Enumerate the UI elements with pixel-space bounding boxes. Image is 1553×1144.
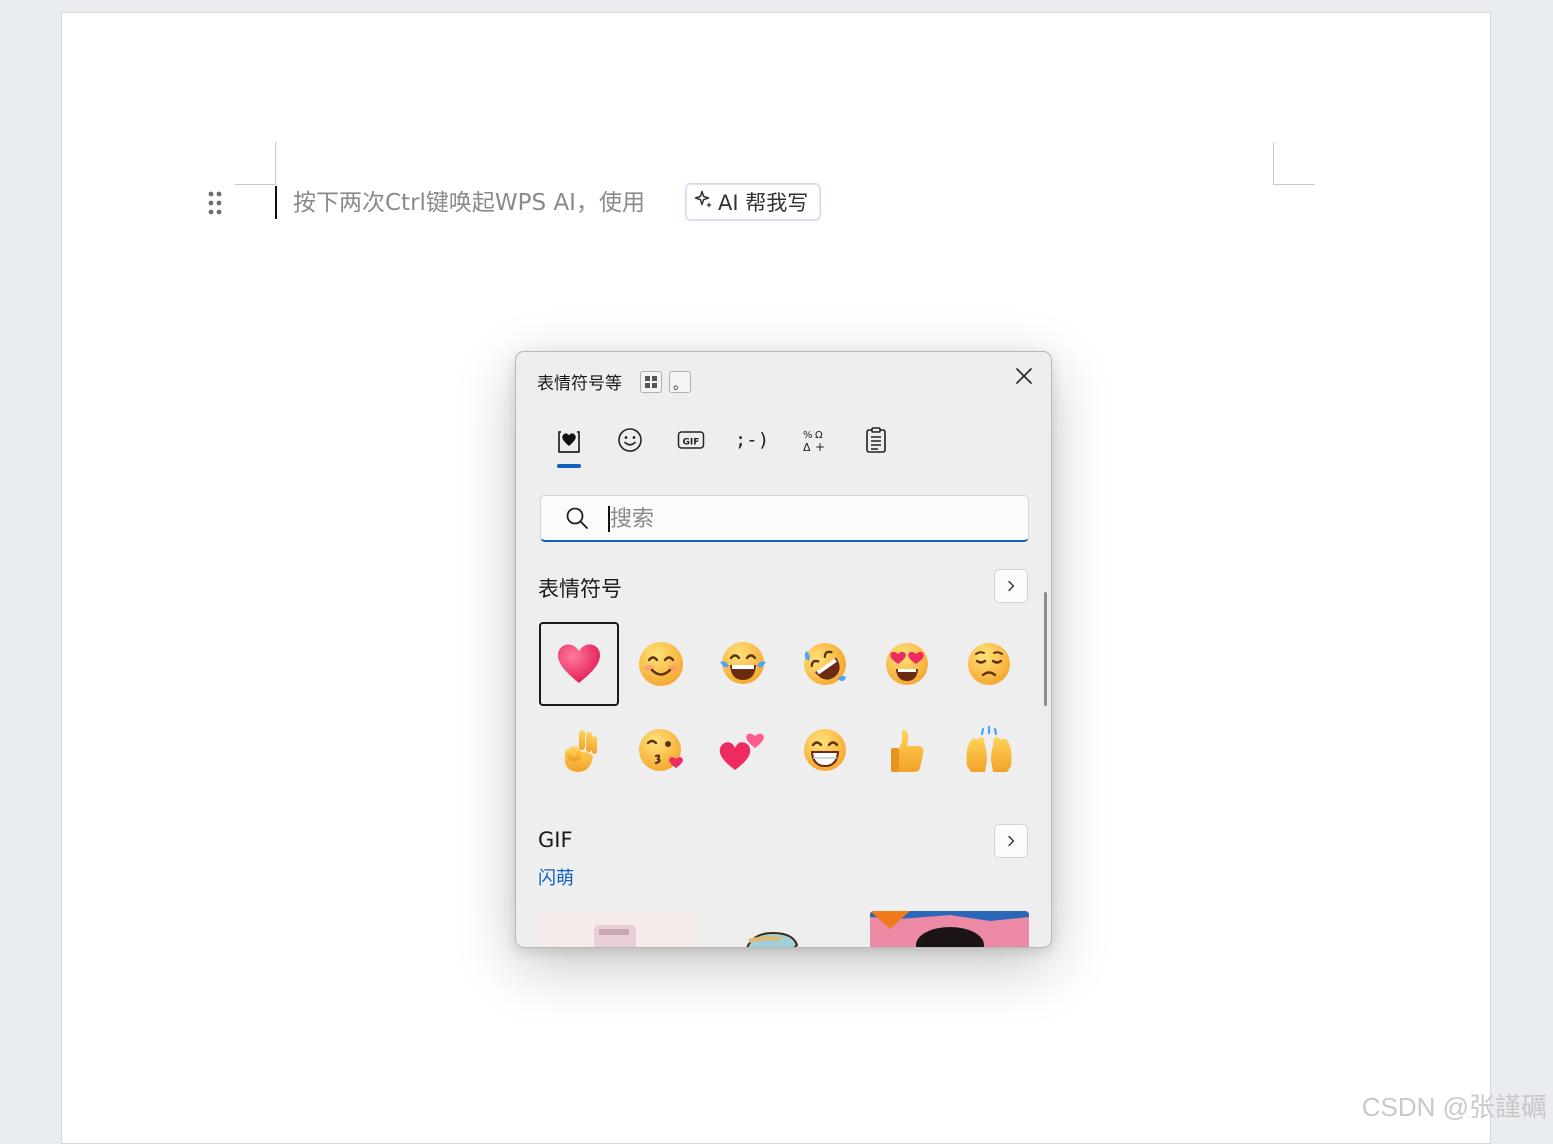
gif-thumbnail[interactable] <box>539 911 698 947</box>
scrollbar-thumb[interactable] <box>1044 592 1047 706</box>
svg-text:Δ: Δ <box>803 441 811 453</box>
active-tab-indicator <box>557 464 581 468</box>
margin-corner-mark <box>1273 142 1274 184</box>
gif-icon: GIF <box>677 431 705 449</box>
ai-write-label: AI 帮我写 <box>718 191 809 215</box>
gif-provider-link[interactable]: 闪萌 <box>538 864 574 890</box>
gif-section-title: GIF <box>538 828 573 852</box>
placeholder-hint: 按下两次Ctrl键唤起WPS AI，使用 <box>293 190 645 216</box>
sparkle-icon <box>694 190 714 214</box>
tab-clipboard[interactable] <box>855 422 897 458</box>
emoji-beaming-face[interactable] <box>785 708 865 792</box>
svg-text:%: % <box>803 430 813 441</box>
margin-corner-mark <box>1273 184 1315 185</box>
emoji-smiling-face[interactable] <box>621 622 701 706</box>
gif-section-more-button[interactable] <box>994 824 1028 858</box>
gif-thumbnail[interactable] <box>870 911 1029 947</box>
emoji-tears-of-joy[interactable] <box>703 622 783 706</box>
text-caret <box>275 186 277 219</box>
punctuation-button[interactable]: 。 <box>669 371 691 393</box>
svg-text:+: + <box>815 440 825 453</box>
emoji-heart-eyes[interactable] <box>867 622 947 706</box>
heart-clipboard-icon <box>558 431 580 453</box>
gif-thumbnail[interactable] <box>721 911 841 947</box>
emoji-red-heart[interactable] <box>539 622 619 706</box>
kaomoji-icon: ;-) <box>734 429 770 451</box>
search-icon <box>566 507 588 529</box>
grid-view-button[interactable] <box>640 371 662 393</box>
grid-icon <box>645 376 657 388</box>
emoji-panel: 表情符号等 。 GIF ;-) % Ω Δ + 搜索 表情符号 GIF 闪萌 <box>515 351 1052 948</box>
emoji-two-hearts[interactable] <box>703 708 783 792</box>
tab-recent[interactable] <box>548 422 590 458</box>
emoji-thumbs-up[interactable] <box>867 708 947 792</box>
close-icon <box>1016 368 1032 384</box>
emoji-raising-hands[interactable] <box>949 708 1029 792</box>
close-button[interactable] <box>1010 362 1038 390</box>
smiley-icon <box>618 428 642 452</box>
search-box[interactable] <box>540 495 1029 542</box>
emoji-kissing-face[interactable] <box>621 708 701 792</box>
clipboard-icon <box>866 427 886 453</box>
panel-title: 表情符号等 <box>537 374 622 394</box>
emoji-ok-hand[interactable] <box>539 708 619 792</box>
chevron-right-icon <box>1008 835 1015 847</box>
watermark: CSDN @张謹礪 <box>1361 1092 1547 1122</box>
tab-kaomoji[interactable]: ;-) <box>731 422 773 458</box>
emoji-section-title: 表情符号 <box>538 577 622 601</box>
tab-gif[interactable]: GIF <box>670 422 712 458</box>
tab-symbols[interactable]: % Ω Δ + <box>793 422 835 458</box>
drag-handle-icon[interactable] <box>207 190 223 216</box>
tab-emoji[interactable] <box>609 422 651 458</box>
margin-corner-mark <box>275 142 276 184</box>
chevron-right-icon <box>1008 580 1015 592</box>
emoji-rolling-on-floor-laughing[interactable] <box>785 622 865 706</box>
svg-text:GIF: GIF <box>683 438 700 448</box>
ai-write-button[interactable]: AI 帮我写 <box>685 183 821 221</box>
symbols-icon: % Ω Δ + <box>803 430 825 453</box>
margin-corner-mark <box>235 184 276 185</box>
emoji-pleading-face[interactable] <box>949 622 1029 706</box>
emoji-section-more-button[interactable] <box>994 569 1028 603</box>
search-input[interactable] <box>610 502 1010 536</box>
